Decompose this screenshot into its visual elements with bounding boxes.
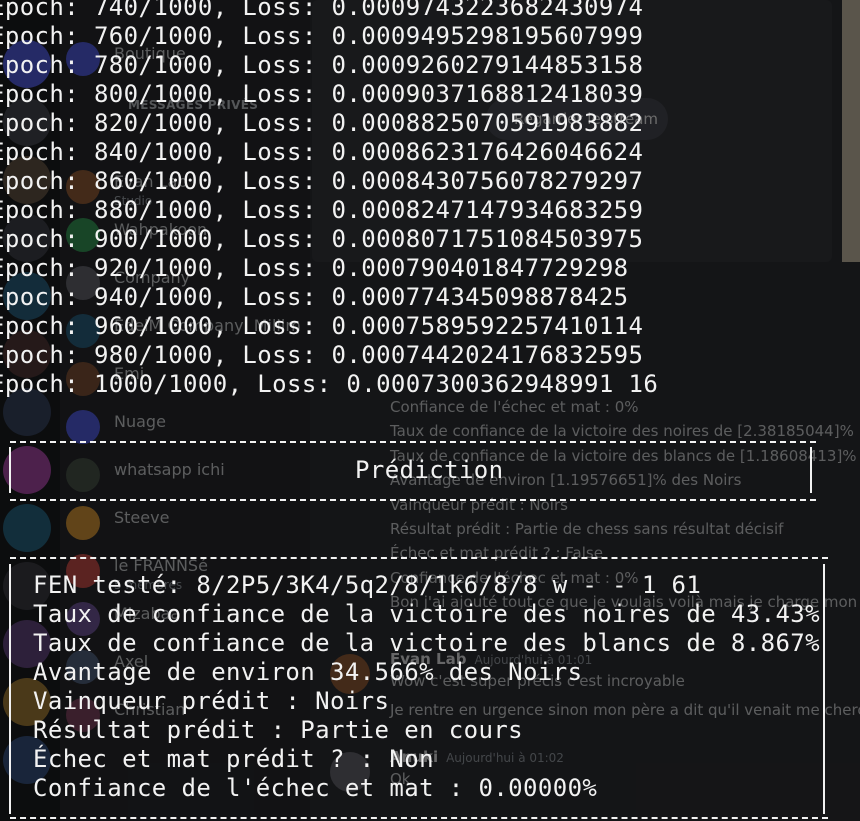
results-left-border <box>9 564 11 814</box>
prediction-title: Prédiction <box>355 456 504 484</box>
box-right-border <box>810 447 812 493</box>
box-bottom-border <box>10 499 816 501</box>
epoch-line: Epoch: 960/1000, Loss: 0.000758959225741… <box>0 312 644 340</box>
epoch-line: Epoch: 820/1000, Loss: 0.000882507059198… <box>0 109 644 137</box>
results-right-border <box>823 564 825 814</box>
epoch-line: Epoch: 980/1000, Loss: 0.000744202417683… <box>0 341 644 369</box>
result-line: FEN testé: 8/2P5/3K4/5q2/8/1k6/8/8 w - -… <box>33 571 702 599</box>
epoch-line: Epoch: 900/1000, Loss: 0.000807175108450… <box>0 225 644 253</box>
result-line: Avantage de environ 34.566% des Noirs <box>33 658 583 686</box>
epoch-line: Epoch: 740/1000, Loss: 0.000974322368243… <box>0 0 644 21</box>
box-left-border <box>9 447 11 493</box>
result-line: Taux de confiance de la victoire des noi… <box>33 600 821 628</box>
epoch-line: Epoch: 1000/1000, Loss: 0.00073003629489… <box>0 370 659 398</box>
result-line: Résultat prédit : Partie en cours <box>33 716 524 744</box>
epoch-line: Epoch: 800/1000, Loss: 0.000903716881241… <box>0 80 644 108</box>
box-top-border <box>10 441 816 443</box>
results-bottom-border <box>10 817 828 819</box>
terminal-output: Epoch: 740/1000, Loss: 0.000974322368243… <box>0 0 860 821</box>
result-line: Taux de confiance de la victoire des bla… <box>33 629 821 657</box>
results-top-border <box>10 557 828 559</box>
epoch-line: Epoch: 840/1000, Loss: 0.000862317642604… <box>0 138 644 166</box>
epoch-line: Epoch: 940/1000, Loss: 0.000774345098878… <box>0 283 629 311</box>
result-line: Confiance de l'échec et mat : 0.00000% <box>33 774 598 802</box>
result-line: Vainqueur prédit : Noirs <box>33 687 390 715</box>
epoch-line: Epoch: 760/1000, Loss: 0.000949529819560… <box>0 22 644 50</box>
epoch-line: Epoch: 920/1000, Loss: 0.000790401847729… <box>0 254 629 282</box>
epoch-line: Epoch: 860/1000, Loss: 0.000843075607827… <box>0 167 644 195</box>
epoch-line: Epoch: 880/1000, Loss: 0.000824714793468… <box>0 196 644 224</box>
epoch-line: Epoch: 780/1000, Loss: 0.000926027914485… <box>0 51 644 79</box>
result-line: Échec et mat prédit ? : Non <box>33 745 434 773</box>
